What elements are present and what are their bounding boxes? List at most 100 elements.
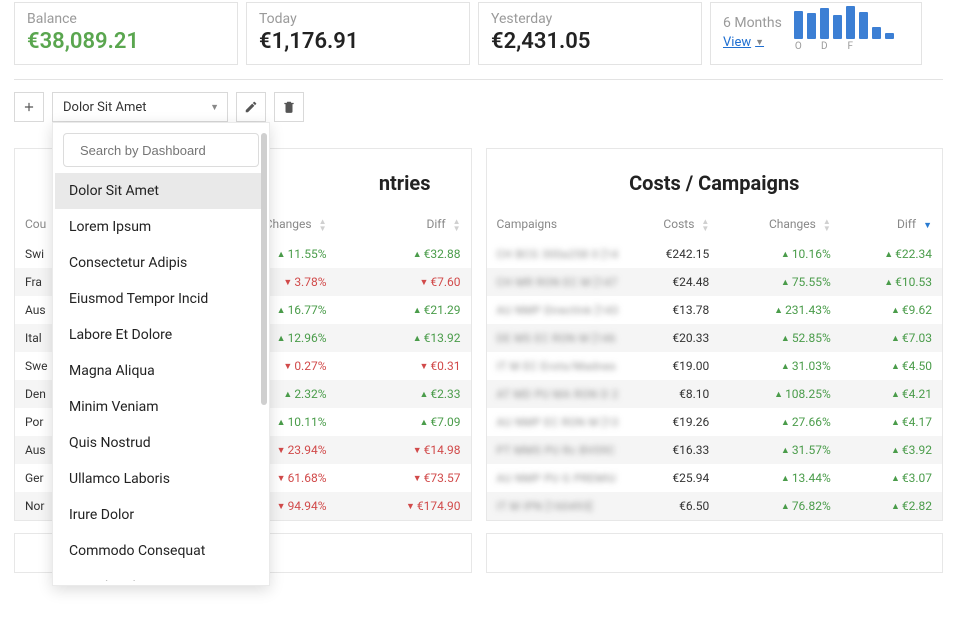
cell-diff: ▲€21.29 [337,296,471,324]
table-row[interactable]: AU NMP EC RON M [13€19.26▲27.66%▲€4.17 [487,408,943,436]
table-row[interactable]: AT MD PU MA RON D 2€8.10▲108.25%▲€4.21 [487,380,943,408]
dashboard-selector[interactable]: Dolor Sit Amet ▼ [52,92,228,122]
cell-change: ▲13.44% [719,464,840,492]
stat-card-balance: Balance €38,089.21 [14,2,238,65]
panel-title: Costs / Campaigns [487,149,943,211]
cell-diff: ▲€7.03 [841,324,942,352]
cell-diff: ▲€2.33 [337,380,471,408]
sparkline-chart: ODF [794,15,894,51]
stat-value: €2,431.05 [491,29,689,54]
table-row[interactable]: PT MMS PU Rc BV09C€16.33▲31.57%▲€3.92 [487,436,943,464]
cell-diff: ▲€2.82 [841,492,942,520]
cell-cost: €16.33 [638,436,719,464]
cell-diff: ▼€0.31 [337,352,471,380]
dropdown-item[interactable]: Lorem Ipsum [55,209,267,245]
col-header-campaigns[interactable]: Campaigns [487,211,639,240]
cell-campaign: AU NMP PU G PREMIU [487,464,639,492]
table-row[interactable]: AU NMP DirectInk [143€13.78▲231.43%▲€9.6… [487,296,943,324]
chevron-down-icon: ▼ [755,37,764,48]
sort-icon: ▲▼ [453,218,461,232]
spark-bar [820,8,829,39]
dropdown-item[interactable]: Labore Et Dolore [55,317,267,353]
cell-diff: ▲€3.92 [841,436,942,464]
spark-bar [833,15,842,39]
cell-change: ▲31.03% [719,352,840,380]
cell-campaign: DE MS EC RON M [146 [487,324,639,352]
spark-tick-label: F [848,41,854,51]
dropdown-item[interactable]: Reprehenderit [55,569,267,581]
cell-diff: ▲€32.88 [337,240,471,268]
scrollbar-thumb[interactable] [261,133,267,405]
spark-bar [846,6,855,39]
table-campaigns: Campaigns Costs ▲▼ Changes ▲▼ Diff ▼ [487,211,943,520]
cell-campaign: AU NMP DirectInk [143 [487,296,639,324]
cell-change: ▲27.66% [719,408,840,436]
spark-bar [807,13,816,39]
sort-down-icon: ▼ [923,221,932,231]
cell-diff: ▲€3.07 [841,464,942,492]
dropdown-item[interactable]: Dolor Sit Amet [55,173,267,209]
cell-diff: ▲€7.09 [337,408,471,436]
cell-cost: €8.10 [638,380,719,408]
dropdown-item[interactable]: Minim Veniam [55,389,267,425]
cell-cost: €6.50 [638,492,719,520]
cell-cost: €242.15 [638,240,719,268]
edit-dashboard-button[interactable] [236,92,266,122]
table-row[interactable]: IT M IPN [160493]€6.50▲76.82%▲€2.82 [487,492,943,520]
sort-icon: ▲▼ [701,218,709,232]
cell-campaign: AT MD PU MA RON D 2 [487,380,639,408]
plus-icon [22,100,36,114]
col-header-costs[interactable]: Costs ▲▼ [638,211,719,240]
sort-icon: ▲▼ [823,218,831,232]
dashboard-selector-label: Dolor Sit Amet [63,100,147,115]
cell-diff: ▲€4.21 [841,380,942,408]
cell-change: ▲108.25% [719,380,840,408]
view-link-label: View [723,35,751,50]
dropdown-item[interactable]: Quis Nostrud [55,425,267,461]
dashboard-dropdown[interactable]: Dolor Sit AmetLorem IpsumConsectetur Adi… [52,122,270,586]
stat-card-today: Today €1,176.91 [246,2,470,65]
panel-campaigns: Costs / Campaigns Campaigns Costs ▲▼ Cha… [486,148,944,521]
cell-diff: ▲€10.53 [841,268,942,296]
dropdown-search[interactable] [63,133,259,167]
sort-icon: ▲▼ [319,218,327,232]
cell-campaign: CH BCG 300a258 0 [14 [487,240,639,268]
stat-card-yesterday: Yesterday €2,431.05 [478,2,702,65]
table-row[interactable]: AU NMP PU G PREMIU€25.94▲13.44%▲€3.07 [487,464,943,492]
dropdown-item[interactable]: Magna Aliqua [55,353,267,389]
cell-diff: ▼€174.90 [337,492,471,520]
dropdown-search-input[interactable] [78,142,258,159]
spark-bar [872,27,881,39]
dropdown-item[interactable]: Commodo Consequat [55,533,267,569]
spark-bar [859,12,868,39]
cell-cost: €19.26 [638,408,719,436]
cell-diff: ▼€14.98 [337,436,471,464]
cell-campaign: IT M EC Erots/Madnes [487,352,639,380]
cell-cost: €20.33 [638,324,719,352]
table-row[interactable]: DE MS EC RON M [146€20.33▲52.85%▲€7.03 [487,324,943,352]
delete-dashboard-button[interactable] [274,92,304,122]
stat-card-six-months: 6 Months View ▼ ODF [710,2,922,65]
dropdown-item[interactable]: Irure Dolor [55,497,267,533]
col-header-diff[interactable]: Diff ▼ [841,211,942,240]
table-row[interactable]: CH MR RON EC M [147€24.48▲75.55%▲€10.53 [487,268,943,296]
view-link[interactable]: View ▼ [723,35,764,50]
stat-value: €38,089.21 [27,29,225,54]
col-header-diff[interactable]: Diff ▲▼ [337,211,471,240]
dropdown-item[interactable]: Eiusmod Tempor Incid [55,281,267,317]
col-header-changes[interactable]: Changes ▲▼ [719,211,840,240]
cell-campaign: CH MR RON EC M [147 [487,268,639,296]
cell-change: ▲75.55% [719,268,840,296]
table-row[interactable]: CH BCG 300a258 0 [14€242.15▲10.16%▲€22.3… [487,240,943,268]
add-dashboard-button[interactable] [14,92,44,122]
chevron-down-icon: ▼ [210,102,219,113]
cell-diff: ▼€73.57 [337,464,471,492]
panel-placeholder [486,533,944,573]
stat-label: 6 Months [723,15,782,31]
spark-tick-label: O [795,41,802,51]
stat-value: €1,176.91 [259,29,457,54]
cell-change: ▲76.82% [719,492,840,520]
dropdown-item[interactable]: Consectetur Adipis [55,245,267,281]
table-row[interactable]: IT M EC Erots/Madnes€19.00▲31.03%▲€4.50 [487,352,943,380]
dropdown-item[interactable]: Ullamco Laboris [55,461,267,497]
